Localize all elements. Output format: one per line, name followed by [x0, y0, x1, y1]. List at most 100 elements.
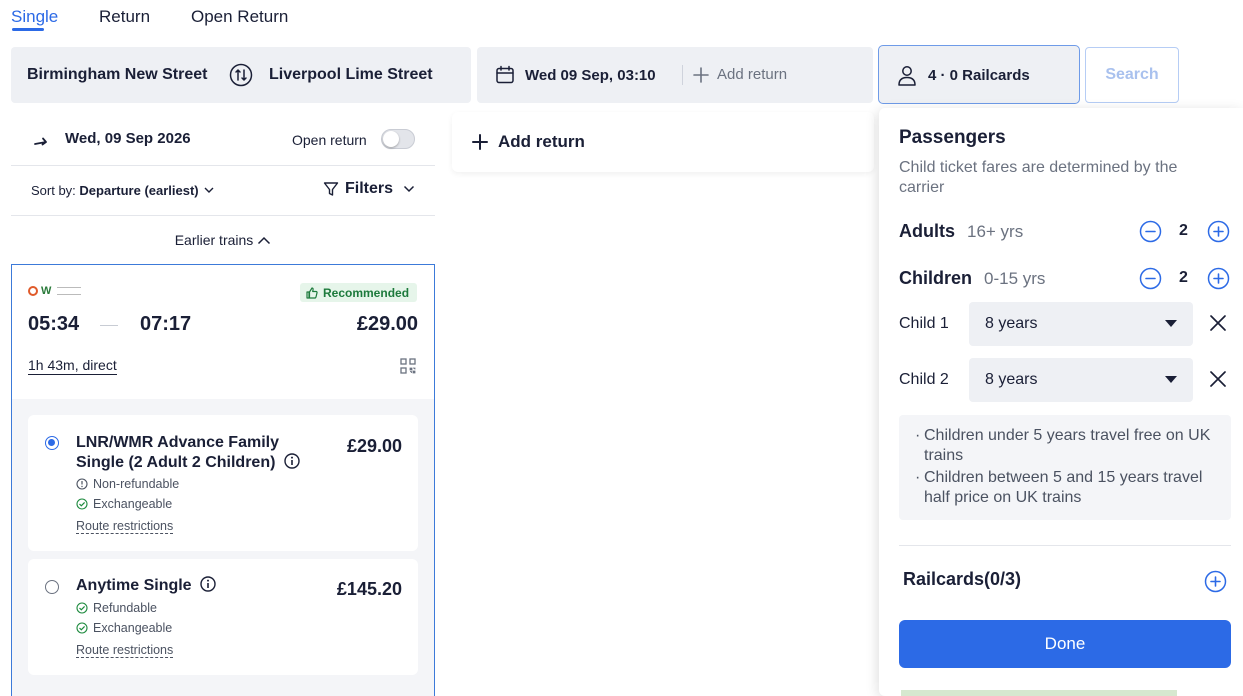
child-1-row: Child 1 8 years [899, 302, 1229, 346]
info-icon [200, 576, 216, 592]
recommended-label: Recommended [323, 285, 410, 300]
passengers-summary: 4 · 0 Railcards [928, 67, 1030, 84]
children-count: 2 [1179, 269, 1188, 286]
add-railcard-icon[interactable] [1204, 570, 1227, 596]
done-button[interactable]: Done [899, 620, 1231, 668]
route-restrictions-link[interactable]: Route restrictions [76, 519, 174, 534]
chevron-down-icon [403, 185, 415, 193]
fare-name: Anytime Single [76, 576, 316, 596]
fare-radio[interactable] [45, 580, 59, 594]
child-1-age-select[interactable]: 8 years [969, 302, 1193, 346]
caret-down-icon [1165, 320, 1177, 327]
filters-label: Filters [345, 180, 394, 197]
plus-icon [693, 66, 709, 83]
fare-option[interactable]: LNR/WMR Advance Family Single (2 Adult 2… [28, 415, 418, 551]
add-return-date-button[interactable]: Add return [693, 66, 787, 83]
adults-decrement-icon[interactable] [1139, 220, 1162, 246]
operator-logo: W [28, 285, 82, 297]
destination-station[interactable]: Liverpool Lime Street [269, 66, 433, 84]
add-return-button[interactable]: Add return [472, 132, 585, 152]
date-field[interactable]: Wed 09 Sep, 03:10 Add return [477, 47, 873, 103]
child-2-label: Child 2 [899, 371, 949, 388]
check-circle-icon [76, 498, 88, 510]
sort-dropdown[interactable]: Sort by: Departure (earliest) [31, 183, 214, 198]
swap-stations-icon[interactable] [229, 63, 253, 87]
remove-child-1-icon[interactable] [1209, 314, 1227, 335]
origin-station[interactable]: Birmingham New Street [27, 66, 207, 84]
fare-radio-selected[interactable] [45, 436, 59, 450]
open-return-toggle[interactable] [381, 129, 415, 149]
note-item: · Children under 5 years travel free on U… [915, 427, 1211, 464]
person-icon [897, 65, 917, 90]
fare-option[interactable]: Anytime Single £145.20 Refundable Exchan… [28, 559, 418, 675]
info-icon [284, 453, 300, 469]
fare-price: £29.00 [346, 436, 402, 456]
chevron-down-icon [204, 187, 214, 193]
calendar-icon [495, 65, 515, 88]
child-1-label: Child 1 [899, 315, 949, 332]
return-journey-card: Add return [452, 112, 874, 172]
fare-refund-status: Non-refundable [76, 477, 179, 491]
route-restrictions-link[interactable]: Route restrictions [76, 643, 174, 658]
outbound-date: Wed, 09 Sep 2026 [65, 130, 191, 147]
earlier-trains-label: Earlier trains [174, 232, 254, 248]
filters-button[interactable]: Filters [323, 180, 415, 198]
outbound-results: Wed, 09 Sep 2026 Open return Sort by: De… [11, 118, 435, 696]
panel-title: Passengers [899, 127, 1006, 148]
tab-active-underline [12, 28, 44, 31]
check-circle-icon [76, 602, 88, 614]
search-button[interactable]: Search [1085, 47, 1179, 103]
journey-summary: W Recommended 05:34 07:17 £29.00 1h 43m,… [12, 265, 434, 399]
check-circle-icon [76, 622, 88, 634]
children-increment-icon[interactable] [1207, 267, 1230, 293]
remove-child-2-icon[interactable] [1209, 370, 1227, 391]
tab-single[interactable]: Single [11, 7, 58, 27]
child-2-age-select[interactable]: 8 years [969, 358, 1193, 402]
chevron-up-icon [258, 236, 271, 244]
fare-name: LNR/WMR Advance Family Single (2 Adult 2… [76, 433, 316, 473]
toggle-knob [383, 131, 399, 147]
tab-open-return[interactable]: Open Return [191, 7, 288, 27]
time-separator [100, 325, 118, 326]
sort-filter-bar: Sort by: Departure (earliest) Filters [11, 166, 435, 216]
journey-duration-link[interactable]: 1h 43m, direct [28, 357, 117, 375]
children-row: Children 0-15 yrs 2 [899, 266, 1231, 292]
railcards-label: Railcards(0/3) [903, 569, 1022, 589]
fare-exchange-status: Exchangeable [76, 497, 172, 511]
children-label: Children [899, 268, 973, 288]
passengers-field[interactable]: 4 · 0 Railcards [878, 45, 1080, 104]
child-1-age-value: 8 years [985, 315, 1038, 332]
adults-increment-icon[interactable] [1207, 220, 1230, 246]
add-return-label: Add return [498, 132, 585, 151]
thumbs-up-icon [306, 286, 318, 299]
adults-row: Adults 16+ yrs 2 [899, 219, 1231, 245]
outbound-date-bar: Wed, 09 Sep 2026 Open return [11, 118, 435, 166]
sort-prefix: Sort by: [31, 183, 76, 198]
child-2-row: Child 2 8 years [899, 358, 1229, 402]
note-item: · Children between 5 and 15 years travel … [915, 469, 1203, 506]
child-fare-notes: · Children under 5 years travel free on U… [899, 415, 1231, 520]
fare-price: £145.20 [336, 579, 402, 599]
sort-value: Departure (earliest) [79, 183, 199, 198]
map-preview-strip [901, 690, 1177, 696]
children-decrement-icon[interactable] [1139, 267, 1162, 293]
tab-return[interactable]: Return [99, 7, 150, 27]
qr-code-icon[interactable] [400, 358, 416, 377]
date-divider [682, 65, 683, 85]
departure-time: 05:34 [28, 313, 80, 335]
fare-exchange-status: Exchangeable [76, 621, 172, 635]
adults-count: 2 [1179, 222, 1188, 239]
caret-down-icon [1165, 376, 1177, 383]
earlier-trains-button[interactable]: Earlier trains [11, 216, 435, 264]
route-field[interactable]: Birmingham New Street Liverpool Lime Str… [11, 47, 471, 103]
outbound-arrow-icon [33, 133, 49, 150]
outbound-datetime[interactable]: Wed 09 Sep, 03:10 [525, 67, 656, 84]
clock-icon [76, 478, 88, 490]
open-return-label: Open return [292, 132, 367, 148]
fare-refund-status: Refundable [76, 601, 157, 615]
adults-label: Adults [899, 221, 955, 241]
adults-age: 16+ yrs [967, 222, 1024, 241]
journey-card[interactable]: W Recommended 05:34 07:17 £29.00 1h 43m,… [11, 264, 435, 696]
panel-subtitle: Child ticket fares are determined by the… [899, 159, 1178, 196]
child-2-age-value: 8 years [985, 371, 1038, 388]
